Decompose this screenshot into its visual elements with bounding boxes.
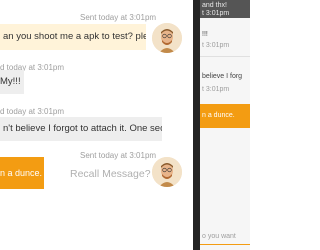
phone-header-text: and thx! [202,2,227,9]
phone-highlighted-message: n a dunce. [200,104,250,128]
outgoing-message-bubble[interactable]: an you shoot me a apk to test? please [0,24,146,50]
phone-message-input[interactable]: o you want [202,233,236,240]
outgoing-message-bubble-highlighted[interactable]: n a dunce. [0,157,44,189]
avatar-portrait-icon [152,157,182,187]
phone-header-timestamp: t 3:01pm [202,10,230,17]
chat-thread: Sent today at 3:01pm an you shoot me a a… [0,0,192,250]
phone-message-text: believe I forg [202,73,243,80]
phone-highlighted-text: n a dunce. [202,112,235,119]
recall-message-link[interactable]: Recall Message? [70,168,151,180]
incoming-message-bubble[interactable]: n't believe I forgot to attach it. One s… [0,117,162,141]
phone-message-header: and thx! t 3:01pm [200,0,250,18]
phone-message-text: !!! [202,31,208,38]
avatar-portrait-icon [152,23,182,53]
phone-message-timestamp: t 3:01pm [202,86,230,93]
phone-input-underline [200,244,250,245]
user-avatar[interactable] [152,23,182,53]
phone-message-timestamp: t 3:01pm [202,42,230,49]
phone-device-frame: and thx! t 3:01pm !!! t 3:01pm believe I… [193,0,250,250]
user-avatar[interactable] [152,157,182,187]
message-timestamp: d today at 3:01pm [0,107,65,116]
incoming-message-bubble[interactable]: My!!! [0,70,24,94]
message-timestamp: Sent today at 3:01pm [80,13,157,22]
message-timestamp: Sent today at 3:01pm [80,151,157,160]
phone-screen: and thx! t 3:01pm !!! t 3:01pm believe I… [200,0,250,250]
phone-divider [200,56,250,57]
